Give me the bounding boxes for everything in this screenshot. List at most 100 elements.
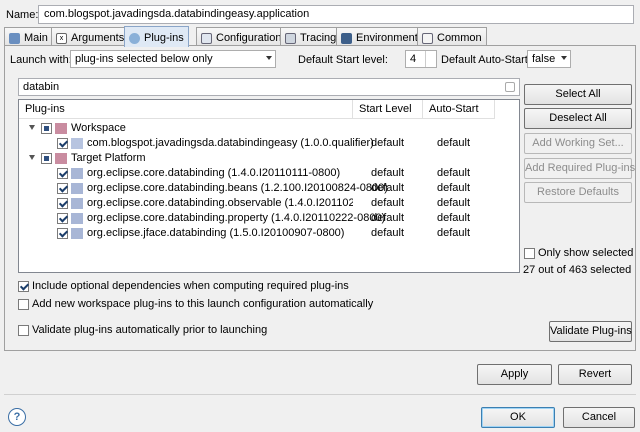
- launch-with-label: Launch with:: [10, 54, 72, 66]
- start-level-label: Default Start level:: [298, 54, 388, 66]
- tab-arguments-label: Arguments: [71, 32, 125, 44]
- chevron-down-icon: [561, 56, 567, 60]
- tab-common[interactable]: Common: [417, 27, 487, 46]
- expand-toggle-icon[interactable]: [29, 125, 35, 130]
- tracing-icon: [285, 32, 296, 44]
- tab-tracing-label: Tracing: [300, 32, 337, 44]
- plugin-icon: [71, 183, 83, 194]
- tab-main[interactable]: Main: [4, 27, 53, 46]
- tab-configuration-label: Configuration: [216, 32, 282, 44]
- plugin-name: com.blogspot.javadingsda.databindingeasy…: [87, 137, 374, 149]
- launch-with-value: plug-ins selected below only: [75, 53, 213, 65]
- start-level-cell[interactable]: default: [371, 136, 404, 151]
- column-header-start-level[interactable]: Start Level: [353, 100, 423, 119]
- target-plugin-icon: [55, 153, 67, 164]
- help-icon[interactable]: ?: [8, 408, 26, 426]
- plugin-icon: [71, 138, 83, 149]
- workspace-label: Workspace: [71, 122, 126, 134]
- tree-row[interactable]: org.eclipse.core.databinding.beans (1.2.…: [19, 181, 519, 196]
- tab-environment[interactable]: Environment: [336, 27, 423, 46]
- target-platform-label: Target Platform: [71, 152, 146, 164]
- launch-with-select[interactable]: plug-ins selected below only: [70, 50, 276, 68]
- ok-button[interactable]: OK: [481, 407, 555, 428]
- apply-button[interactable]: Apply: [477, 364, 552, 385]
- common-icon: [422, 32, 433, 44]
- revert-button[interactable]: Revert: [558, 364, 632, 385]
- only-show-selected-checkbox[interactable]: [524, 248, 535, 259]
- tree-row[interactable]: org.eclipse.core.databinding.observable …: [19, 196, 519, 211]
- auto-start-cell[interactable]: default: [437, 226, 470, 241]
- validate-plugins-button[interactable]: Validate Plug-ins: [549, 321, 632, 342]
- auto-start-value: false: [532, 53, 556, 65]
- tab-plugins[interactable]: Plug-ins: [124, 26, 189, 47]
- select-all-button[interactable]: Select All: [524, 84, 632, 105]
- restore-defaults-button[interactable]: Restore Defaults: [524, 182, 632, 203]
- plugin-filter-input[interactable]: databin: [18, 78, 520, 96]
- tree-row[interactable]: org.eclipse.core.databinding (1.4.0.I201…: [19, 166, 519, 181]
- name-label: Name:: [6, 9, 39, 21]
- auto-start-cell[interactable]: default: [437, 136, 470, 151]
- spinner-up-icon[interactable]: [425, 51, 436, 59]
- row-checkbox[interactable]: [57, 198, 68, 209]
- plugin-icon: [71, 213, 83, 224]
- add-required-plugins-button[interactable]: Add Required Plug-ins: [524, 158, 635, 179]
- tree-group-workspace[interactable]: Workspace: [19, 121, 519, 136]
- plugin-icon: [71, 168, 83, 179]
- start-level-value: 4: [410, 53, 417, 65]
- auto-start-cell[interactable]: default: [437, 181, 470, 196]
- arguments-icon: x: [56, 32, 67, 44]
- auto-start-cell[interactable]: default: [437, 196, 470, 211]
- tree-group-target-platform[interactable]: Target Platform: [19, 151, 519, 166]
- config-name-input[interactable]: com.blogspot.javadingsda.databindingeasy…: [38, 5, 634, 24]
- tab-environment-label: Environment: [356, 32, 418, 44]
- add-new-workspace-checkbox[interactable]: [18, 299, 29, 310]
- tree-row[interactable]: org.eclipse.core.databinding.property (1…: [19, 211, 519, 226]
- plugin-name: org.eclipse.core.databinding.beans (1.2.…: [87, 182, 388, 194]
- plugin-icon: [71, 198, 83, 209]
- start-level-spinner[interactable]: 4: [405, 50, 437, 68]
- row-checkbox[interactable]: [57, 183, 68, 194]
- chevron-down-icon: [266, 56, 272, 60]
- tab-bar: Main x Arguments Plug-ins Configuration …: [4, 26, 636, 47]
- start-level-cell[interactable]: default: [371, 166, 404, 181]
- tab-common-label: Common: [437, 32, 482, 44]
- auto-start-cell[interactable]: default: [437, 211, 470, 226]
- row-checkbox[interactable]: [57, 138, 68, 149]
- tab-arguments[interactable]: x Arguments: [51, 27, 130, 46]
- validate-auto-checkbox[interactable]: [18, 325, 29, 336]
- expand-toggle-icon[interactable]: [29, 155, 35, 160]
- target-platform-checkbox[interactable]: [41, 153, 52, 164]
- row-checkbox[interactable]: [57, 168, 68, 179]
- tab-tracing[interactable]: Tracing: [280, 27, 342, 46]
- tab-plugins-label: Plug-ins: [144, 32, 184, 44]
- only-show-selected-label: Only show selected: [538, 247, 634, 259]
- start-level-cell[interactable]: default: [371, 211, 404, 226]
- auto-start-select[interactable]: false: [527, 50, 571, 68]
- selected-count: 27 out of 463 selected: [523, 264, 632, 276]
- start-level-cell[interactable]: default: [371, 226, 404, 241]
- workspace-checkbox[interactable]: [41, 123, 52, 134]
- column-header-plugins[interactable]: Plug-ins: [19, 100, 353, 119]
- add-working-set-button[interactable]: Add Working Set...: [524, 133, 632, 154]
- auto-start-cell[interactable]: default: [437, 166, 470, 181]
- plugins-icon: [129, 32, 140, 44]
- clear-filter-icon[interactable]: [505, 82, 515, 92]
- tree-row[interactable]: com.blogspot.javadingsda.databindingeasy…: [19, 136, 519, 151]
- row-checkbox[interactable]: [57, 213, 68, 224]
- row-checkbox[interactable]: [57, 228, 68, 239]
- auto-start-label: Default Auto-Start:: [441, 54, 531, 66]
- spinner-down-icon[interactable]: [425, 59, 436, 67]
- start-level-cell[interactable]: default: [371, 181, 404, 196]
- include-optional-checkbox[interactable]: [18, 281, 29, 292]
- column-header-auto-start[interactable]: Auto-Start: [423, 100, 495, 119]
- cancel-button[interactable]: Cancel: [563, 407, 635, 428]
- plugins-tree[interactable]: Plug-ins Start Level Auto-Start Workspac…: [18, 99, 520, 273]
- validate-auto-label: Validate plug-ins automatically prior to…: [32, 324, 268, 336]
- plugin-name: org.eclipse.core.databinding.property (1…: [87, 212, 386, 224]
- tree-row[interactable]: org.eclipse.jface.databinding (1.5.0.I20…: [19, 226, 519, 241]
- filter-value: databin: [23, 81, 60, 93]
- start-level-cell[interactable]: default: [371, 196, 404, 211]
- tab-configuration[interactable]: Configuration: [196, 27, 287, 46]
- configuration-icon: [201, 32, 212, 44]
- deselect-all-button[interactable]: Deselect All: [524, 108, 632, 129]
